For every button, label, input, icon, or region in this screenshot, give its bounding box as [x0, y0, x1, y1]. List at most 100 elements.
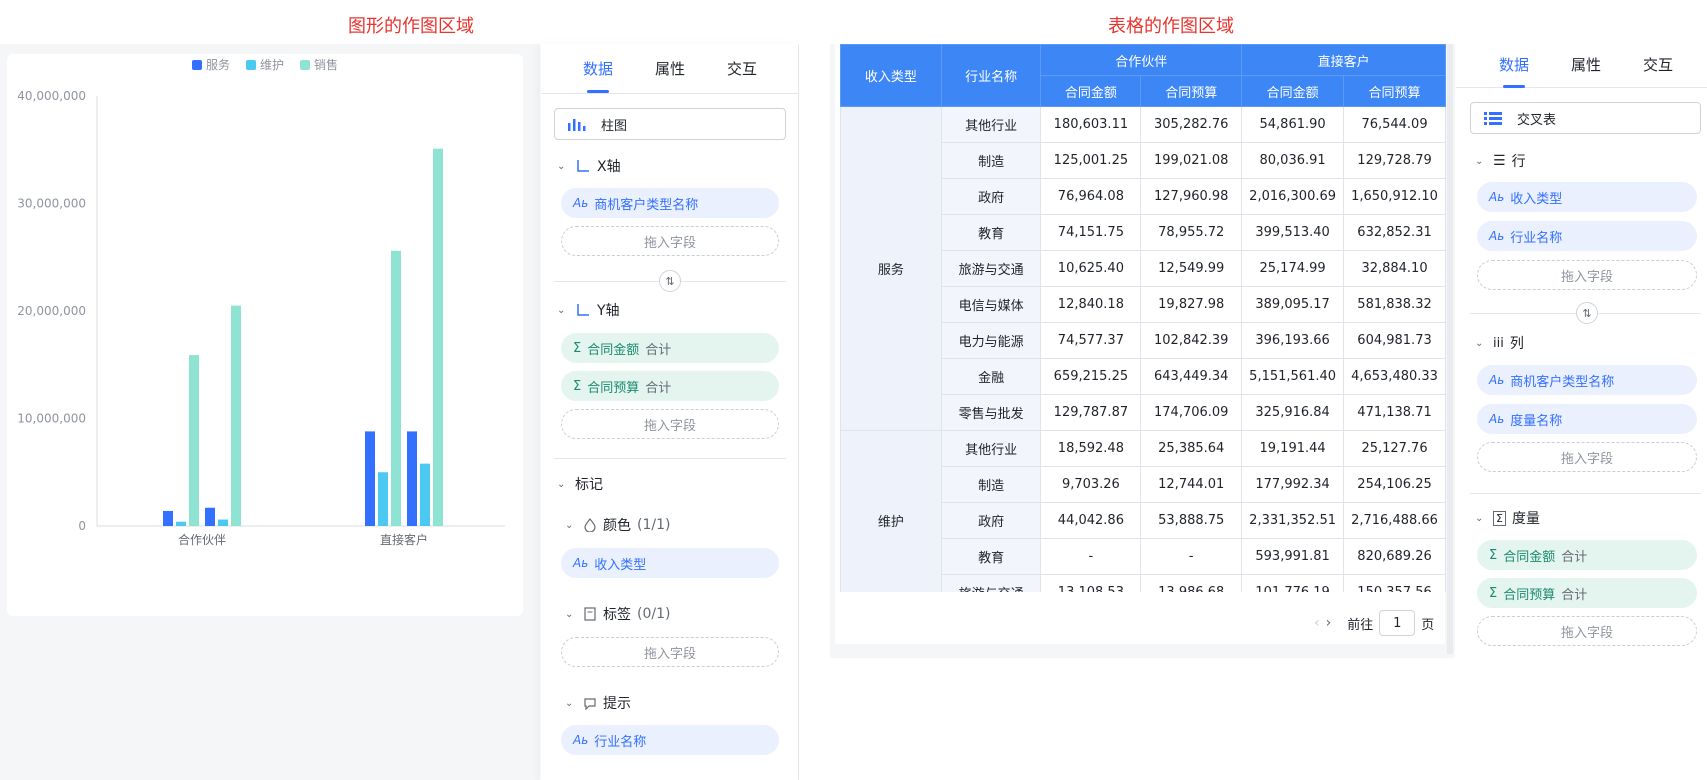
y-axis-field-pill-2[interactable]: Σ 合同预算 合计	[561, 371, 779, 401]
income-type-cell[interactable]: 服务	[840, 106, 942, 431]
industry-cell[interactable]: 制造	[940, 466, 1042, 503]
income-type-cell[interactable]: 维护	[840, 430, 942, 592]
industry-cell[interactable]: 教育	[940, 214, 1042, 251]
value-cell[interactable]: 13,108.53	[1040, 574, 1142, 592]
prev-page-icon[interactable]: ‹	[1314, 615, 1320, 631]
value-cell[interactable]: 177,992.34	[1241, 466, 1345, 503]
industry-cell[interactable]: 零售与批发	[940, 394, 1042, 431]
industry-cell[interactable]: 其他行业	[940, 106, 1042, 143]
label-section[interactable]: ⌄ 标签 (0/1)	[565, 604, 670, 624]
value-cell[interactable]: 593,991.81	[1241, 538, 1345, 575]
industry-cell[interactable]: 电力与能源	[940, 322, 1042, 359]
header-amount[interactable]: 合同金额	[1040, 75, 1142, 107]
swap-axes-icon[interactable]: ⇅	[659, 270, 681, 292]
header-budget[interactable]: 合同预算	[1140, 75, 1243, 107]
measure-field-pill-1[interactable]: Σ 合同金额 合计	[1477, 540, 1697, 570]
tab-interaction[interactable]: 交互	[727, 58, 757, 79]
industry-cell[interactable]: 旅游与交通	[940, 574, 1042, 592]
industry-cell[interactable]: 旅游与交通	[940, 250, 1042, 287]
y-axis-drop-zone[interactable]: 拖入字段	[561, 409, 779, 439]
value-cell[interactable]: 1,650,912.10	[1343, 178, 1446, 215]
value-cell[interactable]: 74,577.37	[1040, 322, 1142, 359]
value-cell[interactable]: 180,603.11	[1040, 106, 1142, 143]
value-cell[interactable]: 581,838.32	[1343, 286, 1446, 323]
value-cell[interactable]: 325,916.84	[1241, 394, 1345, 431]
col-field-pill-2[interactable]: Aь 度量名称	[1477, 404, 1697, 434]
y-axis-field-pill-1[interactable]: Σ 合同金额 合计	[561, 333, 779, 363]
chart-type-select[interactable]: 柱图	[554, 108, 786, 140]
header-group-direct[interactable]: 直接客户	[1241, 44, 1446, 76]
cols-drop-zone[interactable]: 拖入字段	[1477, 442, 1697, 472]
header-group-partner[interactable]: 合作伙伴	[1040, 44, 1243, 76]
value-cell[interactable]: 5,151,561.40	[1241, 358, 1345, 395]
value-cell[interactable]: 76,964.08	[1040, 178, 1142, 215]
value-cell[interactable]: 78,955.72	[1140, 214, 1243, 251]
value-cell[interactable]: 19,827.98	[1140, 286, 1243, 323]
chart-type-select[interactable]: 交叉表	[1470, 102, 1701, 134]
row-field-pill-2[interactable]: Aь 行业名称	[1477, 221, 1697, 251]
value-cell[interactable]: 2,331,352.51	[1241, 502, 1345, 539]
value-cell[interactable]: -	[1040, 538, 1142, 575]
measures-drop-zone[interactable]: 拖入字段	[1477, 616, 1697, 646]
table-scrollbar[interactable]	[1447, 44, 1453, 654]
industry-cell[interactable]: 政府	[940, 502, 1042, 539]
value-cell[interactable]: 54,861.90	[1241, 106, 1345, 143]
value-cell[interactable]: 604,981.73	[1343, 322, 1446, 359]
value-cell[interactable]: 2,016,300.69	[1241, 178, 1345, 215]
row-field-pill-1[interactable]: Aь 收入类型	[1477, 182, 1697, 212]
next-page-icon[interactable]: ›	[1326, 615, 1332, 631]
value-cell[interactable]: 129,787.87	[1040, 394, 1142, 431]
value-cell[interactable]: 32,884.10	[1343, 250, 1446, 287]
rows-drop-zone[interactable]: 拖入字段	[1477, 260, 1697, 290]
value-cell[interactable]: -	[1140, 538, 1243, 575]
value-cell[interactable]: 399,513.40	[1241, 214, 1345, 251]
tab-interaction[interactable]: 交互	[1643, 54, 1673, 75]
color-section[interactable]: ⌄ 颜色 (1/1)	[565, 515, 670, 535]
value-cell[interactable]: 820,689.26	[1343, 538, 1446, 575]
color-field-pill[interactable]: Aь 收入类型	[561, 548, 779, 578]
tab-data[interactable]: 数据	[583, 58, 613, 79]
value-cell[interactable]: 4,653,480.33	[1343, 358, 1446, 395]
value-cell[interactable]: 74,151.75	[1040, 214, 1142, 251]
value-cell[interactable]: 659,215.25	[1040, 358, 1142, 395]
tooltip-field-pill[interactable]: Aь 行业名称	[561, 725, 779, 755]
x-axis-field-pill[interactable]: Aь 商机客户类型名称	[561, 188, 779, 218]
industry-cell[interactable]: 教育	[940, 538, 1042, 575]
value-cell[interactable]: 199,021.08	[1140, 142, 1243, 179]
value-cell[interactable]: 2,716,488.66	[1343, 502, 1446, 539]
header-amount[interactable]: 合同金额	[1241, 75, 1345, 107]
value-cell[interactable]: 53,888.75	[1140, 502, 1243, 539]
value-cell[interactable]: 76,544.09	[1343, 106, 1446, 143]
header-budget[interactable]: 合同预算	[1343, 75, 1446, 107]
value-cell[interactable]: 13,986.68	[1140, 574, 1243, 592]
value-cell[interactable]: 25,174.99	[1241, 250, 1345, 287]
x-axis-drop-zone[interactable]: 拖入字段	[561, 226, 779, 256]
value-cell[interactable]: 125,001.25	[1040, 142, 1142, 179]
tab-properties[interactable]: 属性	[655, 58, 685, 79]
value-cell[interactable]: 10,625.40	[1040, 250, 1142, 287]
label-drop-zone[interactable]: 拖入字段	[561, 637, 779, 667]
value-cell[interactable]: 12,840.18	[1040, 286, 1142, 323]
value-cell[interactable]: 305,282.76	[1140, 106, 1243, 143]
cols-section[interactable]: ⌄ iii 列	[1475, 333, 1524, 353]
value-cell[interactable]: 471,138.71	[1343, 394, 1446, 431]
value-cell[interactable]: 80,036.91	[1241, 142, 1345, 179]
value-cell[interactable]: 129,728.79	[1343, 142, 1446, 179]
value-cell[interactable]: 9,703.26	[1040, 466, 1142, 503]
tooltip-section[interactable]: ⌄ 提示	[565, 693, 631, 713]
value-cell[interactable]: 396,193.66	[1241, 322, 1345, 359]
value-cell[interactable]: 12,549.99	[1140, 250, 1243, 287]
marks-section[interactable]: ⌄ 标记	[557, 474, 603, 494]
crosstab-viewport[interactable]: 收入类型 行业名称 合作伙伴 直接客户 合同金额 合同预算 合同金额 合同预算 …	[840, 44, 1446, 592]
page-number-input[interactable]: 1	[1379, 610, 1416, 636]
value-cell[interactable]: 150,357.56	[1343, 574, 1446, 592]
value-cell[interactable]: 389,095.17	[1241, 286, 1345, 323]
industry-cell[interactable]: 其他行业	[940, 430, 1042, 467]
industry-cell[interactable]: 电信与媒体	[940, 286, 1042, 323]
value-cell[interactable]: 254,106.25	[1343, 466, 1446, 503]
value-cell[interactable]: 174,706.09	[1140, 394, 1243, 431]
value-cell[interactable]: 127,960.98	[1140, 178, 1243, 215]
header-income-type[interactable]: 收入类型	[840, 44, 942, 107]
value-cell[interactable]: 18,592.48	[1040, 430, 1142, 467]
measures-section[interactable]: ⌄ Σ 度量	[1475, 508, 1540, 528]
